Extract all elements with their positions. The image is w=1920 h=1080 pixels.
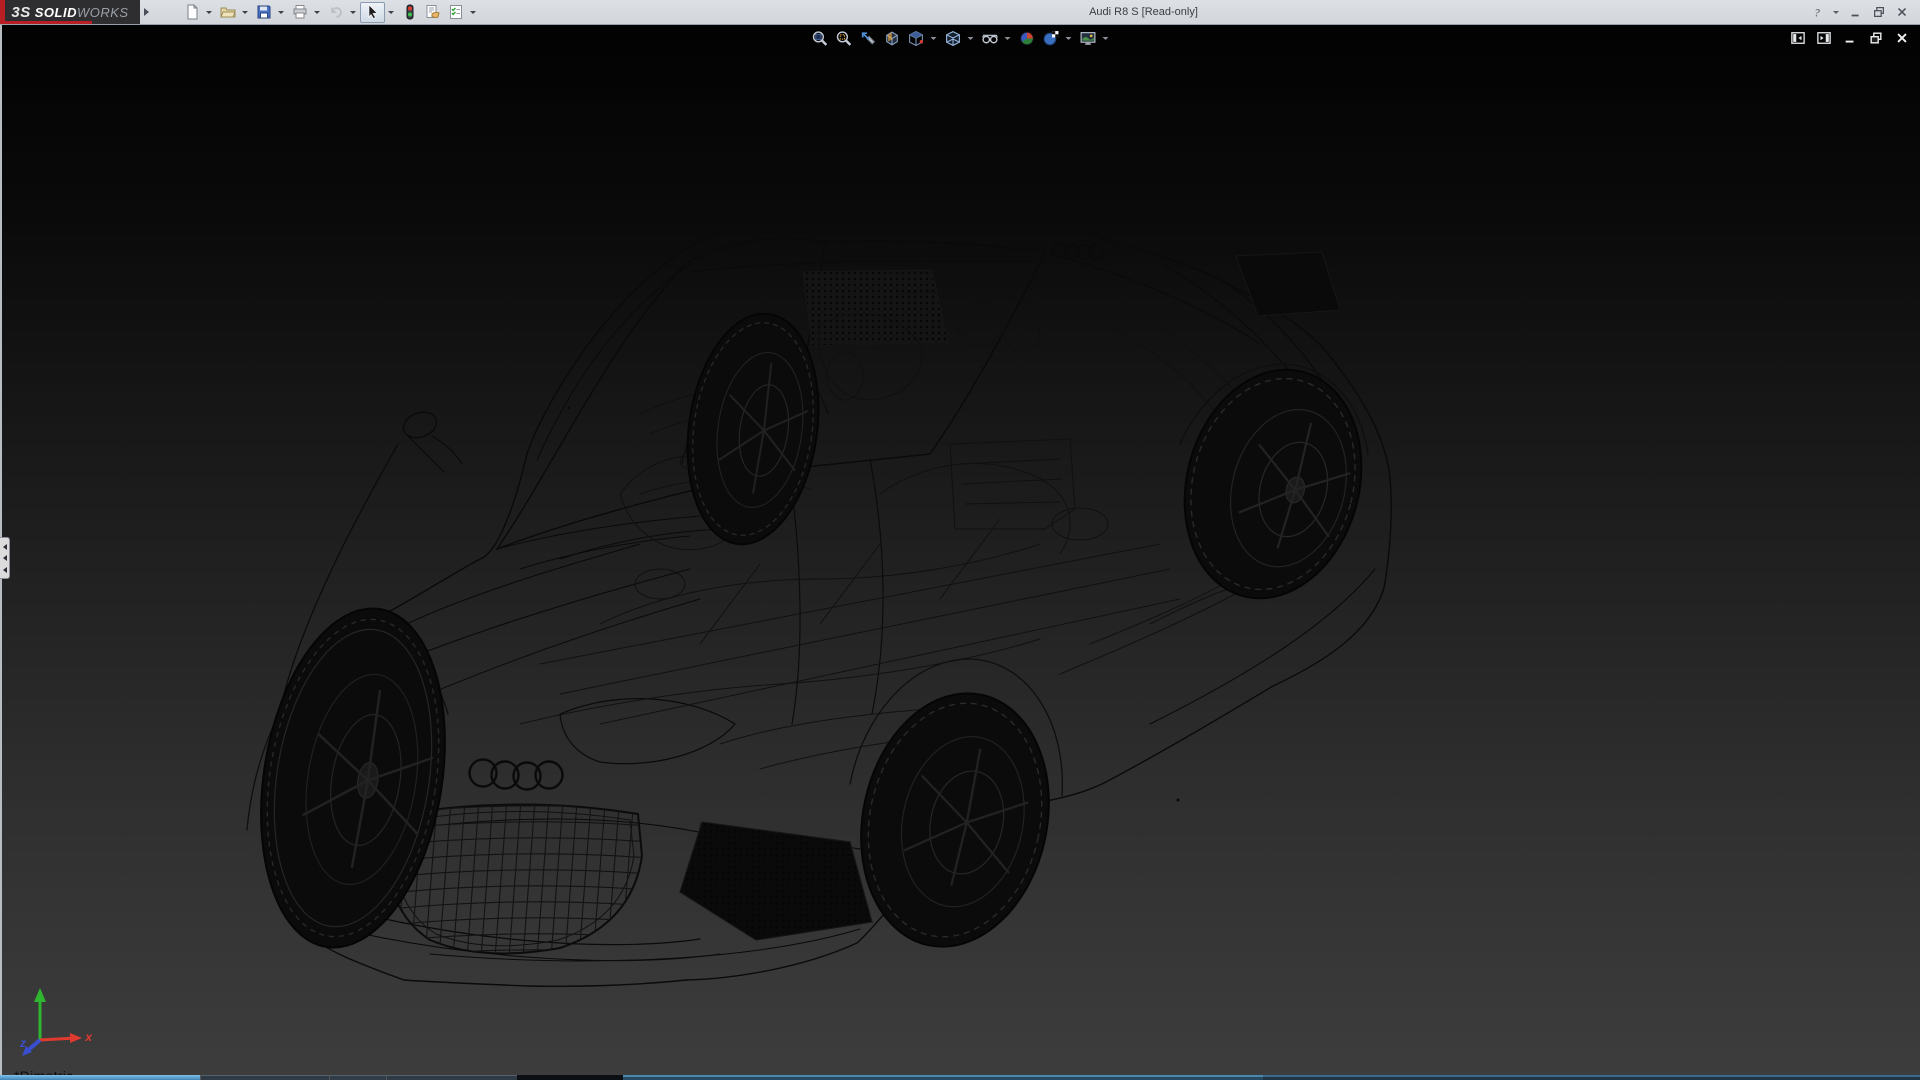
file-properties-icon xyxy=(425,4,441,20)
rebuild-icon xyxy=(402,4,418,20)
menu-flyout-arrow-icon[interactable] xyxy=(141,3,152,21)
apply-scene-button[interactable] xyxy=(1039,27,1063,49)
restore-document-icon xyxy=(1869,31,1883,45)
standard-toolbar xyxy=(180,2,480,23)
solidworks-window: 3SSOLIDWORKS Audi R8 S [Read-only] ? xyxy=(0,0,1920,1080)
graphics-viewport[interactable]: x z *Dimetric xyxy=(0,24,1920,1080)
minimize-document-button[interactable] xyxy=(1840,29,1860,47)
previous-view-button[interactable] xyxy=(856,27,880,49)
view-orientation-icon xyxy=(907,30,924,47)
dassault-mark: 3S xyxy=(11,4,30,21)
tile-right-button[interactable] xyxy=(1814,29,1834,47)
taskbar-segment xyxy=(329,1075,386,1080)
help-button[interactable]: ? xyxy=(1807,3,1827,21)
panel-splitter-handle[interactable] xyxy=(0,537,10,579)
view-settings-button[interactable] xyxy=(1076,27,1100,49)
zoom-to-area-button[interactable] xyxy=(832,27,856,49)
new-document-dropdown-caret[interactable] xyxy=(203,2,214,23)
print-button[interactable] xyxy=(288,2,311,23)
tile-right-icon xyxy=(1817,31,1831,45)
print-icon xyxy=(292,4,308,20)
taskbar-segment xyxy=(386,1075,517,1080)
select-dropdown-caret[interactable] xyxy=(385,2,396,23)
taskbar-segment xyxy=(517,1075,623,1080)
options-icon xyxy=(448,4,464,20)
view-settings-dropdown-caret[interactable] xyxy=(1100,28,1111,49)
triad-z-label: z xyxy=(20,1036,26,1050)
select-icon xyxy=(365,4,381,20)
open-document-dropdown-caret[interactable] xyxy=(239,2,250,23)
undo-dropdown-caret[interactable] xyxy=(347,2,358,23)
help-icon: ? xyxy=(1810,5,1824,19)
taskbar-segment xyxy=(200,1075,329,1080)
close-button[interactable] xyxy=(1892,3,1912,21)
restore-document-button[interactable] xyxy=(1866,29,1886,47)
new-document-button[interactable] xyxy=(180,2,203,23)
save-button[interactable] xyxy=(252,2,275,23)
apply-scene-dropdown-caret[interactable] xyxy=(1063,28,1074,49)
options-dropdown-caret[interactable] xyxy=(467,2,478,23)
apply-scene-icon xyxy=(1042,30,1059,47)
open-document-icon xyxy=(220,4,236,20)
hide-show-items-button[interactable] xyxy=(978,27,1002,49)
undo-icon xyxy=(328,4,344,20)
rebuild-button[interactable] xyxy=(398,2,421,23)
taskbar-segment xyxy=(1263,1075,1920,1080)
edit-appearance-icon xyxy=(1018,30,1035,47)
taskbar-edge xyxy=(0,1075,1920,1080)
minimize-button[interactable] xyxy=(1846,3,1866,21)
edit-appearance-button[interactable] xyxy=(1015,27,1039,49)
section-view-button[interactable] xyxy=(880,27,904,49)
svg-text:?: ? xyxy=(1814,7,1820,19)
restore-button[interactable] xyxy=(1869,3,1889,21)
car-wireframe-model[interactable] xyxy=(0,24,1920,1080)
new-document-icon xyxy=(184,4,200,20)
document-window-controls xyxy=(1788,29,1912,47)
view-orientation-button[interactable] xyxy=(904,27,928,49)
hide-show-items-icon xyxy=(981,30,998,47)
zoom-to-area-icon xyxy=(835,30,852,47)
close-document-icon xyxy=(1895,31,1909,45)
file-properties-button[interactable] xyxy=(421,2,444,23)
display-style-icon xyxy=(944,30,961,47)
zoom-to-fit-icon xyxy=(811,30,828,47)
display-style-button[interactable] xyxy=(941,27,965,49)
taskbar-segment xyxy=(623,1075,1263,1080)
save-icon xyxy=(256,4,272,20)
brand-text: 3SSOLIDWORKS xyxy=(11,4,128,21)
print-dropdown-caret[interactable] xyxy=(311,2,322,23)
titlebar: 3SSOLIDWORKS Audi R8 S [Read-only] ? xyxy=(0,0,1920,25)
options-button[interactable] xyxy=(444,2,467,23)
save-dropdown-caret[interactable] xyxy=(275,2,286,23)
display-style-dropdown-caret[interactable] xyxy=(965,28,976,49)
headsup-view-toolbar xyxy=(808,27,1113,49)
orientation-triad: x z xyxy=(18,978,98,1064)
help-dropdown-caret[interactable] xyxy=(1830,2,1841,23)
zoom-to-fit-button[interactable] xyxy=(808,27,832,49)
hide-show-items-dropdown-caret[interactable] xyxy=(1002,28,1013,49)
document-title: Audi R8 S [Read-only] xyxy=(480,6,1807,18)
minimize-document-icon xyxy=(1843,31,1857,45)
close-icon xyxy=(1895,5,1909,19)
open-document-button[interactable] xyxy=(216,2,239,23)
close-document-button[interactable] xyxy=(1892,29,1912,47)
tile-left-icon xyxy=(1791,31,1805,45)
solidworks-logo[interactable]: 3SSOLIDWORKS xyxy=(0,0,140,24)
view-settings-icon xyxy=(1079,30,1096,47)
view-orientation-dropdown-caret[interactable] xyxy=(928,28,939,49)
section-view-icon xyxy=(883,30,900,47)
triad-x-label: x xyxy=(85,1030,92,1044)
select-button[interactable] xyxy=(360,2,385,23)
previous-view-icon xyxy=(859,30,876,47)
taskbar-segment xyxy=(0,1075,200,1080)
restore-icon xyxy=(1872,5,1886,19)
window-controls: ? xyxy=(1807,2,1912,23)
undo-button[interactable] xyxy=(324,2,347,23)
minimize-icon xyxy=(1849,5,1863,19)
tile-left-button[interactable] xyxy=(1788,29,1808,47)
